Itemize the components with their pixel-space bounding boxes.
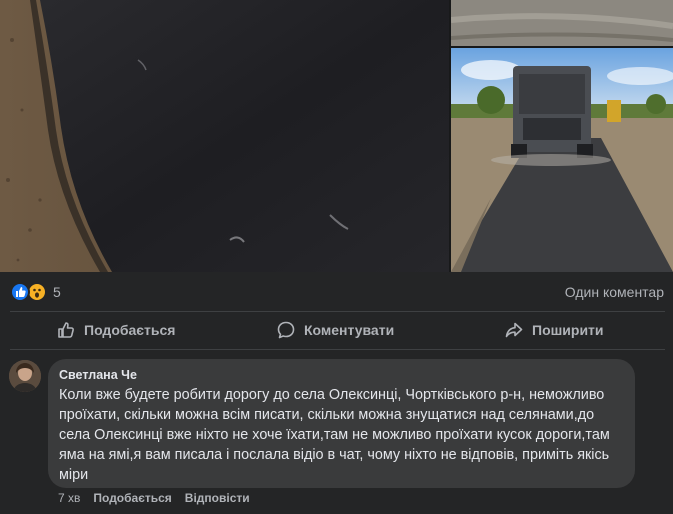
wow-icon [27, 282, 47, 302]
reactions-summary-row: 5 Один коментар [0, 272, 673, 312]
avatar[interactable] [9, 360, 41, 392]
share-button[interactable]: Поширити [504, 312, 604, 348]
divider [10, 349, 665, 350]
comments-count-link[interactable]: Один коментар [565, 284, 664, 300]
comment-reply-link[interactable]: Відповісти [185, 491, 250, 507]
reaction-icons[interactable] [10, 282, 50, 302]
comment-bubble: Светлана Че Коли вже будете робити дорог… [48, 359, 635, 488]
comment-text: Коли вже будете робити дорогу до села Ол… [59, 387, 610, 483]
comment-like-link[interactable]: Подобається [93, 491, 171, 507]
photo-road-truck[interactable] [451, 48, 673, 272]
comment-meta-row: 7 хв Подобається Відповісти [58, 491, 250, 507]
like-button-label: Подобається [84, 322, 176, 338]
comment-bubble-icon [277, 321, 295, 339]
thumbs-up-icon [58, 322, 74, 338]
photo-road-surface[interactable] [451, 0, 673, 46]
comment-timestamp[interactable]: 7 хв [58, 491, 80, 507]
photo-fresh-asphalt[interactable] [0, 0, 449, 272]
comment-button[interactable]: Коментувати [276, 312, 394, 348]
share-button-label: Поширити [532, 322, 604, 338]
share-arrow-icon [505, 322, 523, 338]
comment-button-label: Коментувати [304, 322, 395, 338]
like-button[interactable]: Подобається [56, 312, 175, 348]
comment-author[interactable]: Светлана Че [59, 367, 623, 383]
post-actions-bar: Подобається Коментувати Поширити [10, 312, 665, 348]
reaction-count[interactable]: 5 [53, 284, 61, 300]
like-icon [10, 282, 30, 302]
post-photo-grid[interactable] [0, 0, 673, 272]
